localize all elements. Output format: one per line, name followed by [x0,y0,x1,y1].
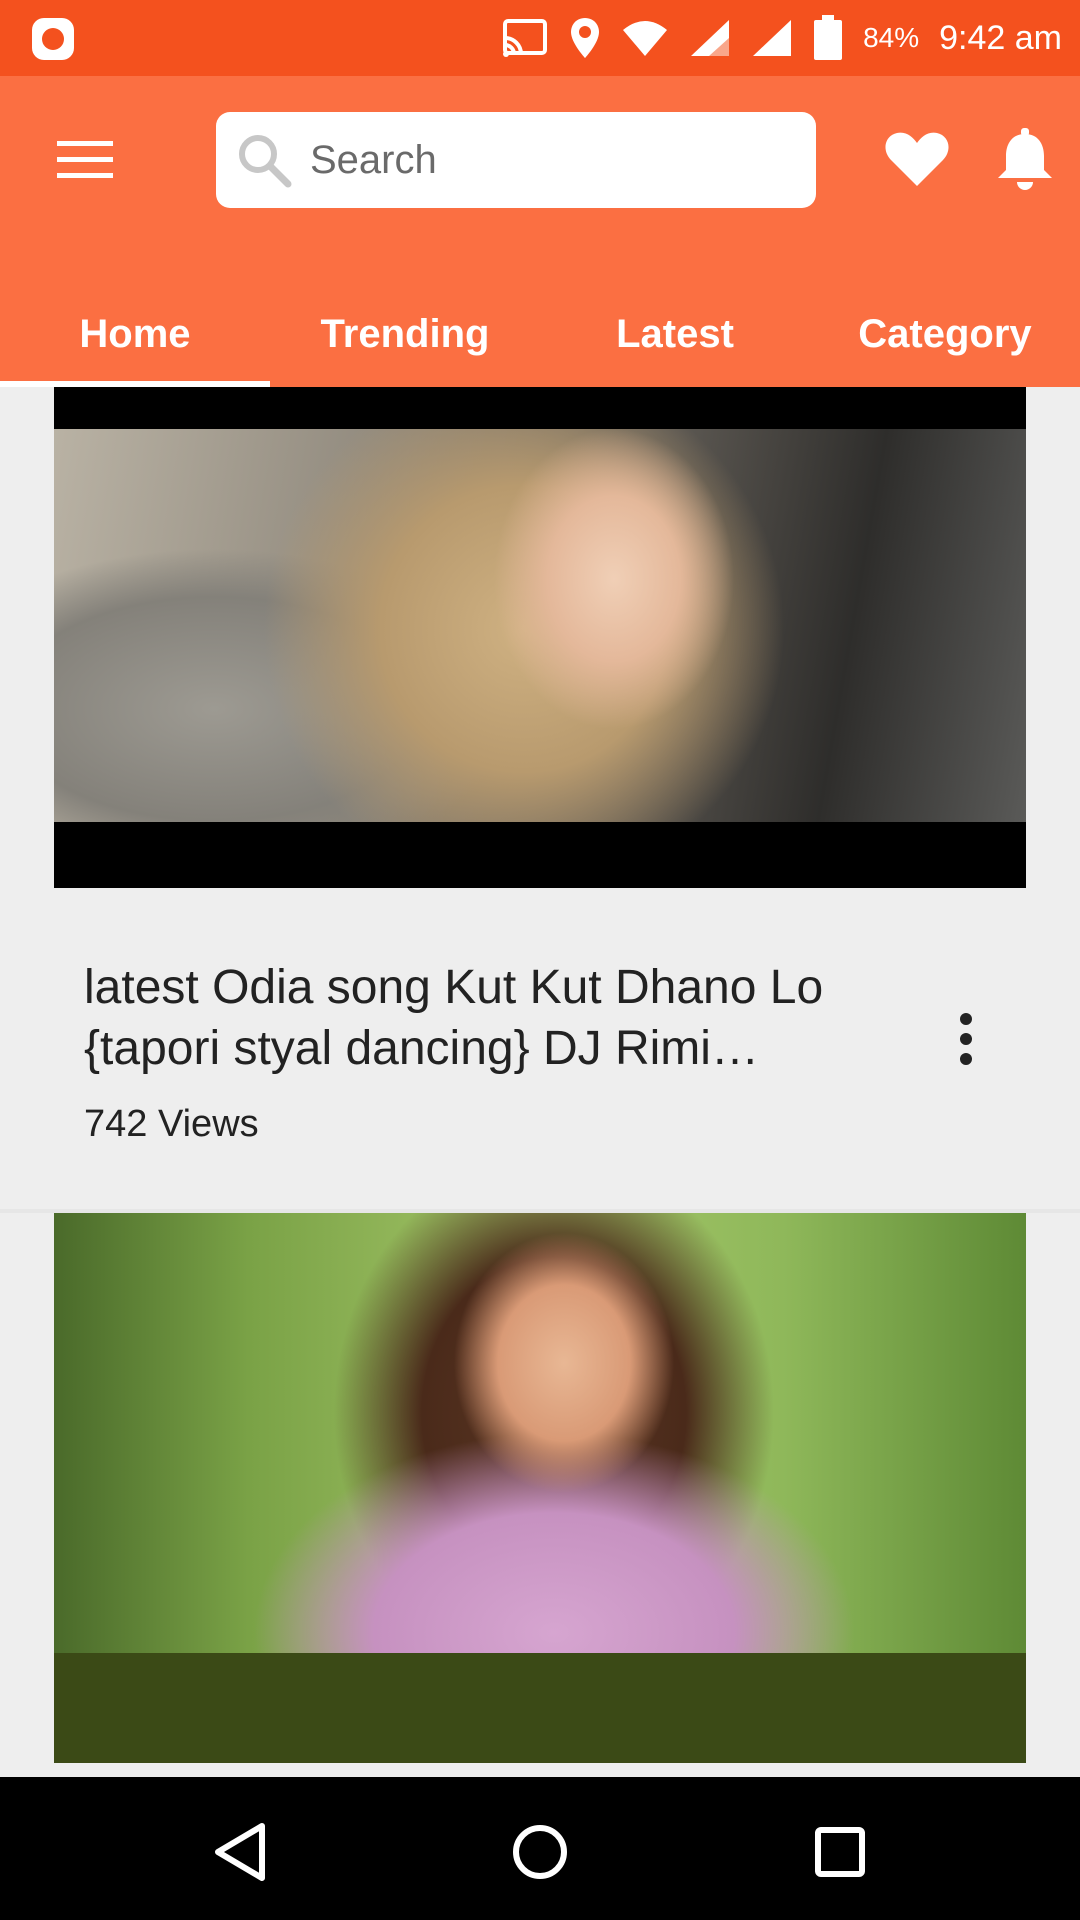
video-thumbnail[interactable] [54,1213,1026,1763]
home-button[interactable] [495,1807,585,1897]
cast-icon [503,19,548,57]
thumbnail-image [54,1213,1026,1653]
back-icon [215,1823,265,1881]
home-icon [513,1825,567,1879]
favorites-button[interactable] [882,124,952,194]
video-feed[interactable]: latest Odia song Kut Kut Dhano Lo {tapor… [0,387,1080,1777]
battery-percentage: 84% [863,22,920,53]
tab-category[interactable]: Category [810,282,1080,387]
heart-icon [885,132,949,186]
status-bar: 84% 9:42 am [0,0,1080,76]
app-notification-icon [32,18,74,60]
video-card[interactable]: latest Odia song Kut Kut Dhano Lo {tapor… [0,387,1080,1209]
clock: 9:42 am [939,18,1062,57]
search-input[interactable] [308,136,792,184]
thumbnail-bottom-band [54,1653,1026,1763]
navigation-bar [0,1777,1080,1920]
back-button[interactable] [195,1807,285,1897]
menu-button[interactable] [40,124,130,194]
search-box[interactable] [216,112,816,208]
video-title[interactable]: latest Odia song Kut Kut Dhano Lo {tapor… [84,957,904,1079]
view-count: 742 Views [84,1103,259,1145]
more-options-button[interactable] [946,999,986,1079]
bell-icon [998,128,1052,190]
tab-home[interactable]: Home [0,282,270,387]
notifications-button[interactable] [990,124,1060,194]
recent-apps-button[interactable] [795,1807,885,1897]
status-icons: 84% 9:42 am [501,0,1062,76]
more-vertical-icon [960,1013,972,1065]
video-thumbnail[interactable] [54,387,1026,888]
battery-icon [814,15,843,60]
app-bar: Home Trending Latest Category [0,76,1080,387]
video-card[interactable] [0,1213,1080,1777]
tab-trending[interactable]: Trending [270,282,540,387]
tab-bar: Home Trending Latest Category [0,282,1080,387]
search-icon [239,135,292,188]
menu-icon [57,141,113,178]
recent-apps-icon [815,1827,865,1877]
tab-latest[interactable]: Latest [540,282,810,387]
signal-icon [753,20,792,56]
location-icon [571,18,600,58]
wifi-icon [623,21,668,56]
thumbnail-image [54,429,1026,822]
signal-icon [691,20,730,56]
